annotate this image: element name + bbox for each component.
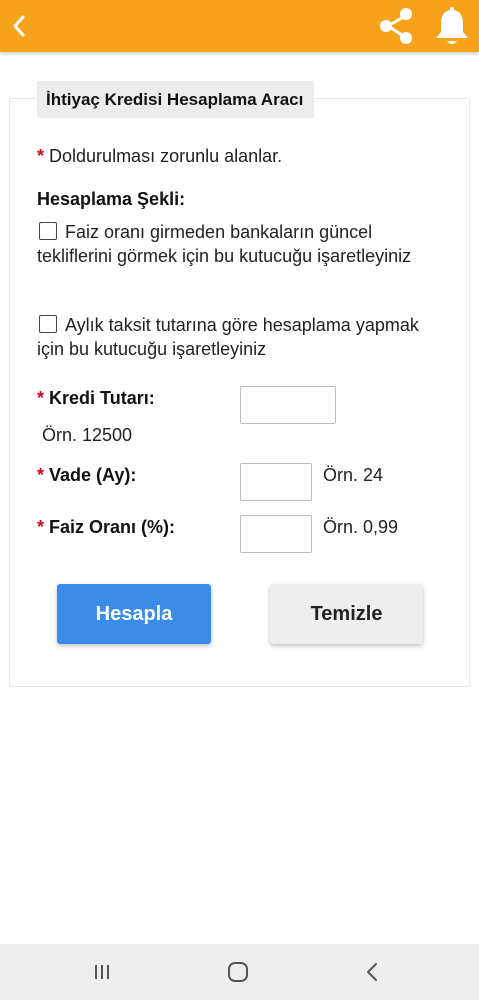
system-back-button[interactable]	[352, 952, 392, 992]
form-title: İhtiyaç Kredisi Hesaplama Aracı	[37, 81, 315, 118]
required-star: *	[37, 146, 45, 166]
checkbox-current-offers[interactable]: Faiz oranı girmeden bankaların güncel te…	[37, 220, 437, 268]
checkbox-current-offers-label: Faiz oranı girmeden bankaların güncel te…	[37, 222, 412, 266]
recent-apps-icon	[95, 965, 109, 979]
system-navigation-bar	[0, 944, 479, 1000]
interest-rate-label: * Faiz Oranı (%):	[37, 517, 175, 538]
bell-icon	[436, 7, 468, 44]
checkbox-current-offers-box[interactable]	[39, 222, 57, 240]
term-example: Örn. 24	[323, 465, 384, 485]
term-label-text: Vade (Ay):	[49, 465, 137, 485]
back-icon	[367, 963, 377, 981]
required-star: *	[37, 388, 45, 408]
chevron-left-icon	[13, 15, 25, 37]
loan-amount-example: Örn. 12500	[42, 425, 133, 445]
share-button[interactable]	[374, 4, 418, 48]
checkbox-monthly-installment-box[interactable]	[39, 315, 57, 333]
clear-button[interactable]: Temizle	[270, 584, 423, 644]
interest-rate-input[interactable]	[240, 515, 312, 553]
recent-apps-button[interactable]	[82, 952, 122, 992]
checkbox-monthly-installment-label: Aylık taksit tutarına göre hesaplama yap…	[37, 315, 419, 359]
loan-amount-input[interactable]	[240, 386, 336, 424]
back-button[interactable]	[4, 6, 34, 46]
notifications-button[interactable]	[430, 4, 474, 48]
calculate-button[interactable]: Hesapla	[57, 584, 211, 644]
interest-rate-example: Örn. 0,99	[323, 517, 399, 537]
home-button[interactable]	[218, 952, 258, 992]
calculation-method-title: Hesaplama Şekli:	[37, 189, 186, 209]
required-star: *	[37, 517, 45, 537]
checkbox-monthly-installment[interactable]: Aylık taksit tutarına göre hesaplama yap…	[37, 313, 437, 361]
required-note: * Doldurulması zorunlu alanlar.	[37, 146, 282, 167]
term-label: * Vade (Ay):	[37, 465, 136, 486]
interest-rate-label-text: Faiz Oranı (%):	[49, 517, 176, 537]
required-note-text: Doldurulması zorunlu alanlar.	[49, 146, 283, 166]
home-icon	[228, 962, 248, 982]
loan-amount-label-text: Kredi Tutarı:	[49, 388, 155, 408]
app-bar	[0, 0, 479, 52]
required-star: *	[37, 465, 45, 485]
share-icon	[380, 8, 412, 44]
term-input[interactable]	[240, 463, 312, 501]
loan-amount-label: * Kredi Tutarı:	[37, 388, 155, 409]
